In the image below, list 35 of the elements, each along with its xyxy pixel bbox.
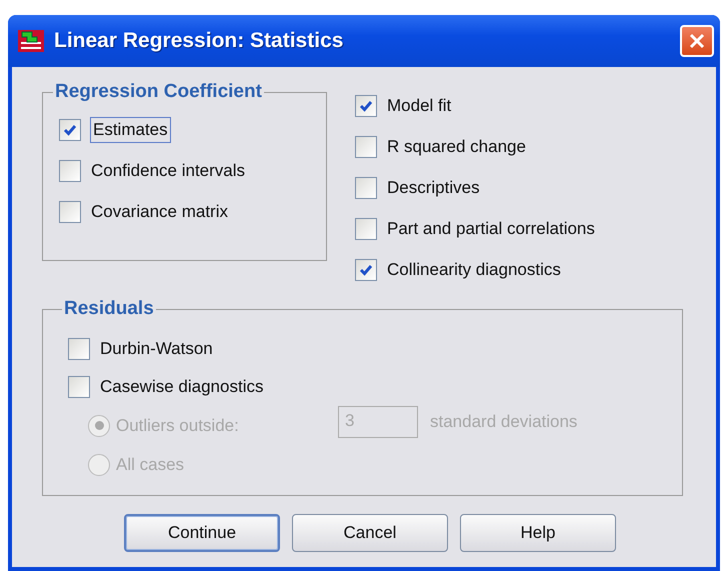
checkbox[interactable]	[59, 118, 81, 140]
checkbox[interactable]	[355, 136, 377, 158]
checkbox[interactable]	[355, 176, 377, 198]
checkmark-icon	[359, 264, 373, 276]
close-icon	[688, 32, 706, 50]
window-title: Linear Regression: Statistics	[54, 29, 344, 53]
checkbox[interactable]	[355, 258, 377, 280]
checkbox-label: Model fit	[387, 96, 452, 116]
group-legend: Residuals	[62, 298, 156, 320]
checkbox-label: Durbin-Watson	[100, 339, 213, 359]
checkbox-label: Confidence intervals	[91, 160, 246, 180]
checkbox[interactable]	[355, 94, 377, 116]
group-legend: Regression Coefficient	[53, 81, 264, 103]
dialog-button[interactable]: Cancel	[292, 514, 448, 552]
close-button[interactable]	[680, 25, 714, 57]
checkbox[interactable]	[68, 376, 90, 398]
checkbox-label: Part and partial correlations	[387, 218, 595, 238]
checkbox-label: Estimates	[91, 118, 170, 142]
unit-label: standard deviations	[430, 412, 578, 432]
grid-plus-icon	[18, 30, 44, 52]
radio-label: All cases	[116, 454, 184, 474]
checkbox-label: Descriptives	[387, 178, 480, 198]
checkmark-icon	[359, 100, 373, 112]
checkbox-label: Collinearity diagnostics	[387, 260, 561, 280]
checkbox[interactable]	[59, 200, 81, 222]
radio-label: Outliers outside:	[116, 416, 239, 436]
checkbox-label: Covariance matrix	[91, 202, 228, 222]
checkbox[interactable]	[355, 218, 377, 240]
checkbox-label: Casewise diagnostics	[100, 377, 264, 397]
checkbox[interactable]	[68, 338, 90, 360]
checkmark-icon	[63, 124, 77, 136]
checkbox-label: R squared change	[387, 136, 526, 156]
dialog-button[interactable]: Continue	[124, 514, 280, 552]
checkbox[interactable]	[59, 160, 81, 182]
dialog-button[interactable]: Help	[460, 514, 616, 552]
